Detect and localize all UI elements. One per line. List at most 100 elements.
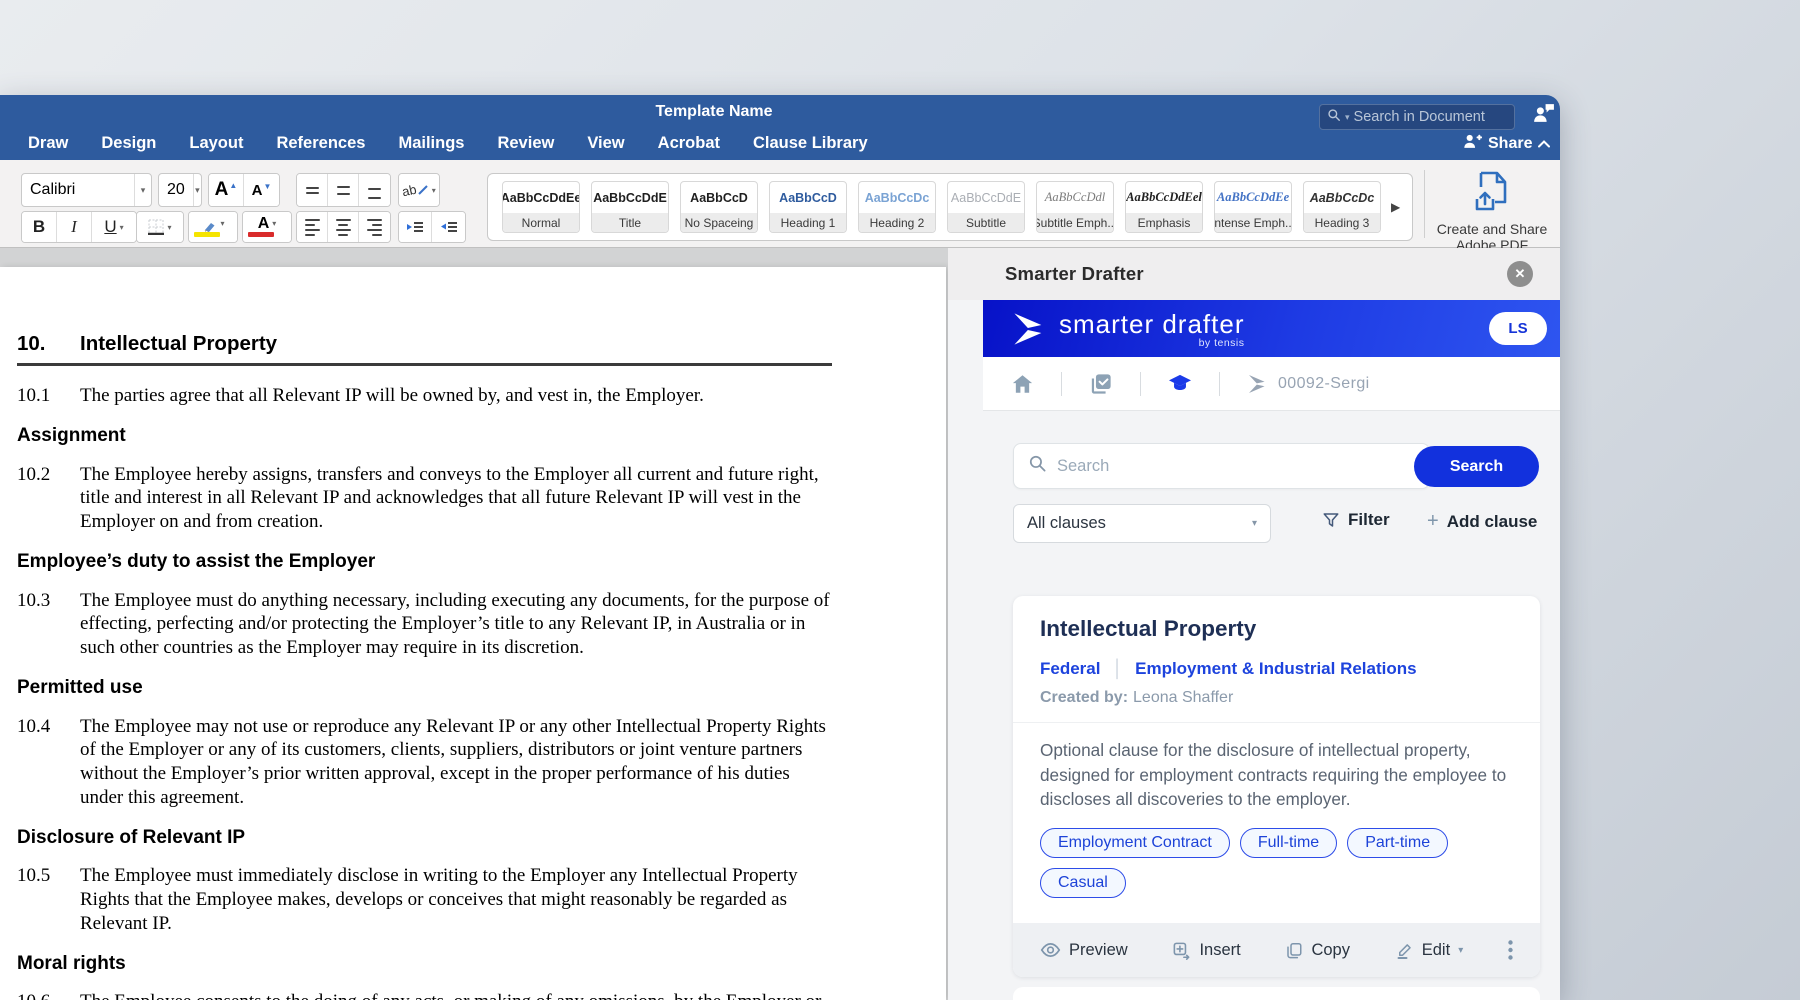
tab-draw[interactable]: Draw xyxy=(28,134,68,153)
tab-review[interactable]: Review xyxy=(497,134,554,153)
style-heading-2[interactable]: AaBbCcDc Heading 2 xyxy=(858,181,936,233)
created-by: Created by:Leona Shaffer xyxy=(1040,689,1233,707)
next-clause-card[interactable] xyxy=(1013,987,1540,1000)
tag-casual[interactable]: Casual xyxy=(1040,868,1126,898)
preview-label: Preview xyxy=(1069,941,1128,960)
search-button[interactable]: Search xyxy=(1414,446,1539,487)
chevron-down-icon[interactable]: ▾ xyxy=(120,223,124,232)
tab-clause-library[interactable]: Clause Library xyxy=(753,134,868,153)
close-icon[interactable]: ✕ xyxy=(1507,261,1533,287)
preview-button[interactable]: Preview xyxy=(1040,941,1128,960)
border-grid-icon xyxy=(148,219,164,235)
chevron-up-icon xyxy=(1538,140,1550,148)
style-heading-1[interactable]: AaBbCcD Heading 1 xyxy=(769,181,847,233)
borders-group: ▾ xyxy=(136,211,184,243)
clause-card[interactable]: Intellectual Property Federal │ Employme… xyxy=(1013,596,1540,977)
style-subtitle[interactable]: AaBbCcDdE Subtitle xyxy=(947,181,1025,233)
indent-left-icon xyxy=(406,220,424,234)
more-options-button[interactable] xyxy=(1508,940,1513,960)
document-page[interactable]: 10. Intellectual Property 10.1 The parti… xyxy=(0,267,946,1000)
chevron-down-icon[interactable]: ▾ xyxy=(272,219,276,228)
spacing-medium-button[interactable] xyxy=(328,174,359,206)
style-heading-3[interactable]: AaBbCcDc Heading 3 xyxy=(1303,181,1381,233)
font-name-combo[interactable]: Calibri ▾ xyxy=(21,173,152,207)
style-title[interactable]: AaBbCcDdE Title xyxy=(591,181,669,233)
create-share-pdf-button[interactable]: Create and Share Adobe PDF xyxy=(1430,171,1554,253)
align-right-button[interactable] xyxy=(359,212,390,242)
copy-button[interactable]: Copy xyxy=(1285,941,1350,960)
eye-icon xyxy=(1040,942,1061,958)
highlight-color-bar xyxy=(194,232,220,237)
bold-button[interactable]: B xyxy=(22,212,57,242)
tab-mailings[interactable]: Mailings xyxy=(398,134,464,153)
tab-view[interactable]: View xyxy=(587,134,624,153)
style-normal[interactable]: AaBbCcDdEe Normal xyxy=(502,181,580,233)
search-in-document[interactable]: ▾ xyxy=(1319,104,1515,130)
edit-label: Edit xyxy=(1422,941,1450,960)
style-subtitle-emphasis[interactable]: AaBbCcDdl Subtitle Emph... xyxy=(1036,181,1114,233)
font-name-value: Calibri xyxy=(22,181,134,199)
smarter-drafter-logo-icon xyxy=(1013,313,1047,345)
spacing-tight-button[interactable] xyxy=(297,174,328,206)
insert-button[interactable]: Insert xyxy=(1172,941,1240,960)
chevron-down-icon[interactable]: ▾ xyxy=(220,219,224,228)
category-link[interactable]: Employment & Industrial Relations xyxy=(1135,659,1417,679)
font-color-button[interactable]: A ▾ xyxy=(243,212,291,242)
tab-acrobat[interactable]: Acrobat xyxy=(658,134,720,153)
style-emphasis[interactable]: AaBbCcDdEel Emphasis xyxy=(1125,181,1203,233)
copy-label: Copy xyxy=(1311,941,1350,960)
decrease-indent-button[interactable] xyxy=(399,212,432,242)
tag-employment-contract[interactable]: Employment Contract xyxy=(1040,828,1230,858)
clause-library-icon[interactable] xyxy=(1169,373,1191,395)
clause-type-dropdown[interactable]: All clauses ▾ xyxy=(1013,504,1271,543)
edit-button[interactable]: Edit ▾ xyxy=(1395,941,1463,960)
borders-button[interactable]: ▾ xyxy=(137,212,183,242)
tab-design[interactable]: Design xyxy=(101,134,156,153)
jurisdiction-link[interactable]: Federal xyxy=(1040,659,1100,679)
search-in-document-input[interactable] xyxy=(1354,109,1504,125)
tag-full-time[interactable]: Full-time xyxy=(1240,828,1337,858)
add-clause-button[interactable]: + Add clause xyxy=(1427,510,1537,533)
clause-heading: 10. Intellectual Property xyxy=(17,332,832,366)
increase-indent-button[interactable] xyxy=(432,212,465,242)
document-body: 10. Intellectual Property 10.1 The parti… xyxy=(17,332,832,1000)
matter-reference[interactable]: 00092-Sergi xyxy=(1248,375,1370,393)
italic-button[interactable]: I xyxy=(57,212,92,242)
tag-part-time[interactable]: Part-time xyxy=(1347,828,1448,858)
style-no-spacing[interactable]: AaBbCcD No Spaceing xyxy=(680,181,758,233)
grow-font-button[interactable]: A ▲ xyxy=(209,174,244,206)
font-resize-group: A ▲ A ▼ xyxy=(208,173,280,207)
tasks-icon[interactable] xyxy=(1090,373,1112,395)
text-effects-button[interactable]: ab ▾ xyxy=(399,174,439,206)
insert-label: Insert xyxy=(1199,941,1240,960)
chevron-down-icon[interactable]: ▾ xyxy=(193,174,201,206)
user-avatar[interactable]: LS xyxy=(1489,312,1547,345)
home-icon[interactable] xyxy=(1011,374,1033,394)
clause-search-input[interactable] xyxy=(1057,457,1357,476)
panel-nav: 00092-Sergi xyxy=(983,357,1560,411)
align-left-button[interactable] xyxy=(297,212,328,242)
filter-button[interactable]: Filter xyxy=(1322,510,1390,530)
font-size-value: 20 xyxy=(159,181,193,199)
tab-references[interactable]: References xyxy=(276,134,365,153)
more-styles-button[interactable]: ▶ xyxy=(1391,200,1400,214)
matter-reference-label: 00092-Sergi xyxy=(1278,375,1370,393)
font-size-combo[interactable]: 20 ▾ xyxy=(158,173,202,207)
collaborators-icon[interactable] xyxy=(1531,101,1556,131)
chevron-down-icon[interactable]: ▾ xyxy=(432,186,436,195)
clause-10-3: 10.3 The Employee must do anything neces… xyxy=(17,589,832,660)
chevron-down-icon[interactable]: ▾ xyxy=(167,223,171,232)
chevron-down-icon[interactable]: ▾ xyxy=(1345,112,1350,123)
clause-search-box[interactable] xyxy=(1013,443,1430,489)
highlight-group: ▾ xyxy=(188,211,238,243)
chevron-down-icon[interactable]: ▾ xyxy=(134,174,151,206)
style-intense-emphasis[interactable]: AaBbCcDdEe Intense Emph... xyxy=(1214,181,1292,233)
underline-button[interactable]: U ▾ xyxy=(92,212,136,242)
tab-layout[interactable]: Layout xyxy=(189,134,243,153)
share-button[interactable]: Share xyxy=(1462,133,1550,154)
spacing-loose-button[interactable] xyxy=(359,174,390,206)
chevron-down-icon: ▾ xyxy=(1458,945,1463,956)
highlight-button[interactable]: ▾ xyxy=(189,212,237,242)
shrink-font-button[interactable]: A ▼ xyxy=(244,174,279,206)
align-center-button[interactable] xyxy=(328,212,359,242)
